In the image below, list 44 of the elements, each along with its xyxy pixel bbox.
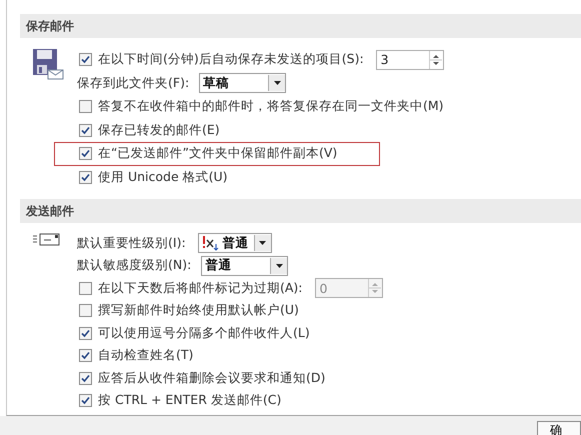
checkbox-label: 撰写新邮件时始终使用默认帐户(U) [98, 302, 299, 320]
checkbox-label: 答复不在收件箱中的邮件时，将答复保存在同一文件夹中(M) [98, 98, 444, 116]
dropdown[interactable]: 草稿 [199, 73, 286, 94]
checkbox[interactable] [79, 53, 92, 66]
section-header: 保存邮件 [20, 14, 581, 38]
check-icon [81, 351, 90, 360]
checkbox[interactable] [79, 326, 92, 340]
checkbox[interactable] [79, 304, 92, 318]
checkbox-label: 按 CTRL + ENTER 发送邮件(C) [98, 392, 282, 410]
check-icon [81, 172, 90, 182]
checkbox-label: 保存已转发的邮件(E) [98, 122, 220, 139]
field-label: 默认敏感度级别(N): [77, 257, 192, 274]
checkbox-label: 在“已发送邮件”文件夹中保留邮件副本(V) [98, 145, 338, 162]
checkbox[interactable] [79, 394, 92, 408]
field-label: 默认重要性级别(I): [77, 234, 186, 252]
checkbox-label: 可以使用逗号分隔多个邮件收件人(L) [98, 324, 310, 342]
number-spinner[interactable]: 3 [376, 50, 444, 70]
check-icon [81, 126, 90, 135]
checkbox-label: 在以下天数后将邮件标记为过期(A): [98, 280, 303, 297]
check-icon [81, 55, 90, 64]
checkbox-label: 在以下时间(分钟)后自动保存未发送的项目(S): [98, 51, 364, 68]
checkbox[interactable] [79, 170, 92, 184]
envelope-icon [32, 232, 60, 246]
checkbox[interactable] [79, 124, 92, 137]
caret-icon [274, 81, 281, 86]
check-icon [81, 149, 90, 158]
checkbox[interactable] [79, 100, 92, 114]
dropdown[interactable]: 普通 [201, 256, 288, 276]
check-icon [81, 396, 90, 406]
checkbox[interactable] [79, 349, 92, 362]
checkbox-label: 使用 Unicode 格式(U) [98, 168, 228, 186]
dropdown[interactable]: 普通 [198, 233, 272, 254]
floppy-envelope-icon [32, 48, 64, 80]
check-icon [81, 328, 90, 338]
checkbox[interactable] [79, 372, 92, 385]
section-header: 发送邮件 [20, 199, 581, 223]
checkbox-label: 应答后从收件箱删除会议要求和通知(D) [98, 370, 326, 387]
caret-icon [259, 241, 266, 246]
checkbox-label: 自动检查姓名(T) [98, 347, 194, 364]
importance-icon [202, 235, 220, 252]
field-label: 保存到此文件夹(F): [77, 74, 190, 92]
checkbox[interactable] [79, 147, 92, 160]
caret-icon [276, 264, 283, 268]
check-icon [81, 374, 90, 383]
